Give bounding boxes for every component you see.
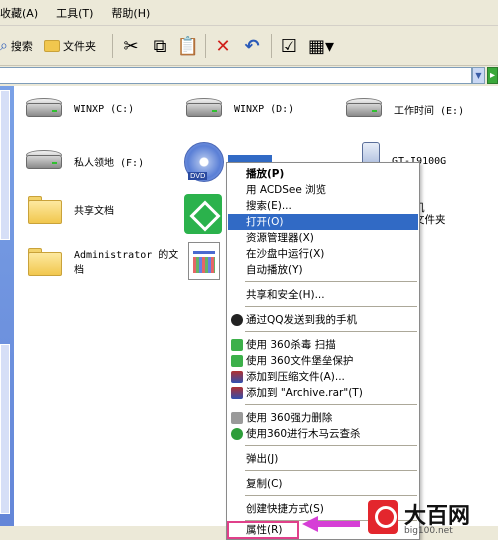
menu-item-360-trojan-label: 使用360进行木马云查杀 (246, 428, 361, 440)
properties-icon[interactable]: ☑ (278, 35, 300, 57)
menu-item-360-delete[interactable]: 使用 360强力删除 (228, 410, 418, 426)
shared-docs-folder[interactable]: 共享文档 (26, 194, 114, 224)
folders-button[interactable]: 文件夹 (44, 33, 96, 59)
admin-docs-label-line2: 档 (74, 265, 84, 276)
menu-separator (245, 404, 417, 405)
menu-item-acdsee[interactable]: 用 ACDSee 浏览 (228, 182, 418, 198)
archive-icon (231, 371, 243, 383)
trojan-scan-icon (231, 428, 243, 440)
menu-separator (245, 445, 417, 446)
menu-item-add-archive-rar-label: 添加到 "Archive.rar"(T) (246, 387, 363, 399)
admin-docs-folder[interactable]: Administrator 的文 档 (26, 246, 178, 276)
toolbar: ⌕ 搜索 文件夹 ✂ ⧉ 📋 ✕ ↶ ☑ ▦▾ (0, 26, 498, 66)
shield-icon (231, 355, 243, 367)
menu-bar: 收藏(A) 工具(T) 帮助(H) (0, 0, 498, 26)
menu-item-explorer[interactable]: 资源管理器(X) (228, 230, 418, 246)
menu-item-360-trojan[interactable]: 使用360进行木马云查杀 (228, 426, 418, 442)
admin-docs-label-line1: Administrator 的文 (74, 250, 179, 261)
paste-icon[interactable]: 📋 (177, 35, 199, 57)
drive-f-label: 私人领地 (F:) (74, 157, 145, 169)
watermark: 大百网 big100.net (368, 496, 498, 540)
drive-f[interactable]: 私人领地 (F:) (24, 150, 144, 172)
folders-label: 文件夹 (63, 40, 96, 53)
menu-item-eject[interactable]: 弹出(J) (228, 451, 418, 467)
menu-item-360-protect-label: 使用 360文件堡垒保护 (246, 355, 354, 367)
menu-help[interactable]: 帮助(H) (111, 5, 150, 21)
shield-icon (231, 339, 243, 351)
menu-item-play[interactable]: 播放(P) (228, 166, 418, 182)
menu-item-copy[interactable]: 复制(C) (228, 476, 418, 492)
task-pane (0, 86, 14, 526)
menu-item-qq-send-label: 通过QQ发送到我的手机 (246, 314, 358, 326)
task-pane-section (0, 344, 10, 514)
hard-drive-icon (344, 98, 384, 120)
menu-item-autoplay[interactable]: 自动播放(Y) (228, 262, 418, 278)
menu-item-qq-send[interactable]: 通过QQ发送到我的手机 (228, 312, 418, 328)
hard-drive-icon (184, 98, 224, 120)
menu-separator (245, 470, 417, 471)
menu-separator (245, 306, 417, 307)
menu-item-360-protect[interactable]: 使用 360文件堡垒保护 (228, 353, 418, 369)
menu-item-360-scan[interactable]: 使用 360杀毒 扫描 (228, 337, 418, 353)
watermark-url: big100.net (404, 526, 453, 536)
views-icon[interactable]: ▦▾ (306, 35, 336, 57)
menu-separator (245, 281, 417, 282)
drive-c-label: WINXP (C:) (74, 103, 135, 115)
menu-item-search[interactable]: 搜索(E)... (228, 198, 418, 214)
menu-item-open[interactable]: 打开(O) (228, 214, 418, 230)
hard-drive-icon (24, 150, 64, 172)
menu-item-add-archive-label: 添加到压缩文件(A)... (246, 371, 345, 383)
toolbar-separator (271, 34, 272, 58)
menu-item-sharing[interactable]: 共享和安全(H)... (228, 287, 418, 303)
folder-icon (44, 40, 60, 52)
folder-icon (26, 246, 64, 276)
menu-separator (245, 331, 417, 332)
copy-icon[interactable]: ⧉ (149, 35, 171, 57)
folder-icon (26, 194, 64, 224)
drive-d[interactable]: WINXP (D:) (184, 98, 294, 120)
archive-icon (231, 387, 243, 399)
cut-icon[interactable]: ✂ (120, 35, 142, 57)
drive-e[interactable]: 工作时间 (E:) (344, 98, 464, 120)
admin-docs-label: Administrator 的文 档 (74, 246, 178, 276)
chevron-down-icon[interactable]: ▼ (472, 67, 485, 84)
menu-item-sandbox[interactable]: 在沙盘中运行(X) (228, 246, 418, 262)
menu-item-360-scan-label: 使用 360杀毒 扫描 (246, 339, 336, 351)
search-icon: ⌕ (0, 38, 8, 54)
drive-e-label: 工作时间 (E:) (394, 105, 465, 117)
hard-drive-icon (24, 98, 64, 120)
menu-item-properties[interactable]: 属性(R) (227, 521, 299, 539)
menu-favorites[interactable]: 收藏(A) (0, 5, 38, 21)
annotation-arrow-icon (302, 516, 360, 532)
search-button[interactable]: ⌕ 搜索 (0, 33, 33, 59)
address-bar: ▼ ▸ (0, 66, 498, 86)
delete-icon[interactable]: ✕ (212, 35, 234, 57)
menu-item-360-delete-label: 使用 360强力删除 (246, 412, 333, 424)
qq-icon (231, 314, 243, 326)
document-icon[interactable] (188, 242, 220, 280)
drive-c[interactable]: WINXP (C:) (24, 98, 134, 120)
search-label: 搜索 (10, 40, 33, 53)
undo-icon[interactable]: ↶ (241, 35, 263, 57)
context-menu: 播放(P) 用 ACDSee 浏览 搜索(E)... 打开(O) 资源管理器(X… (226, 162, 420, 540)
menu-item-add-archive[interactable]: 添加到压缩文件(A)... (228, 369, 418, 385)
menu-item-add-archive-rar[interactable]: 添加到 "Archive.rar"(T) (228, 385, 418, 401)
menu-tools[interactable]: 工具(T) (56, 5, 93, 21)
shared-docs-label: 共享文档 (74, 205, 114, 217)
shredder-icon (231, 412, 243, 424)
task-pane-section (0, 90, 10, 240)
go-arrow-icon[interactable]: ▸ (487, 67, 498, 84)
toolbar-separator (112, 34, 113, 58)
toolbar-separator (205, 34, 206, 58)
address-field[interactable] (0, 67, 472, 84)
drive-d-label: WINXP (D:) (234, 103, 295, 115)
watermark-logo (368, 500, 398, 534)
dvd-badge: DVD (188, 172, 208, 180)
app-icon[interactable] (184, 194, 222, 234)
